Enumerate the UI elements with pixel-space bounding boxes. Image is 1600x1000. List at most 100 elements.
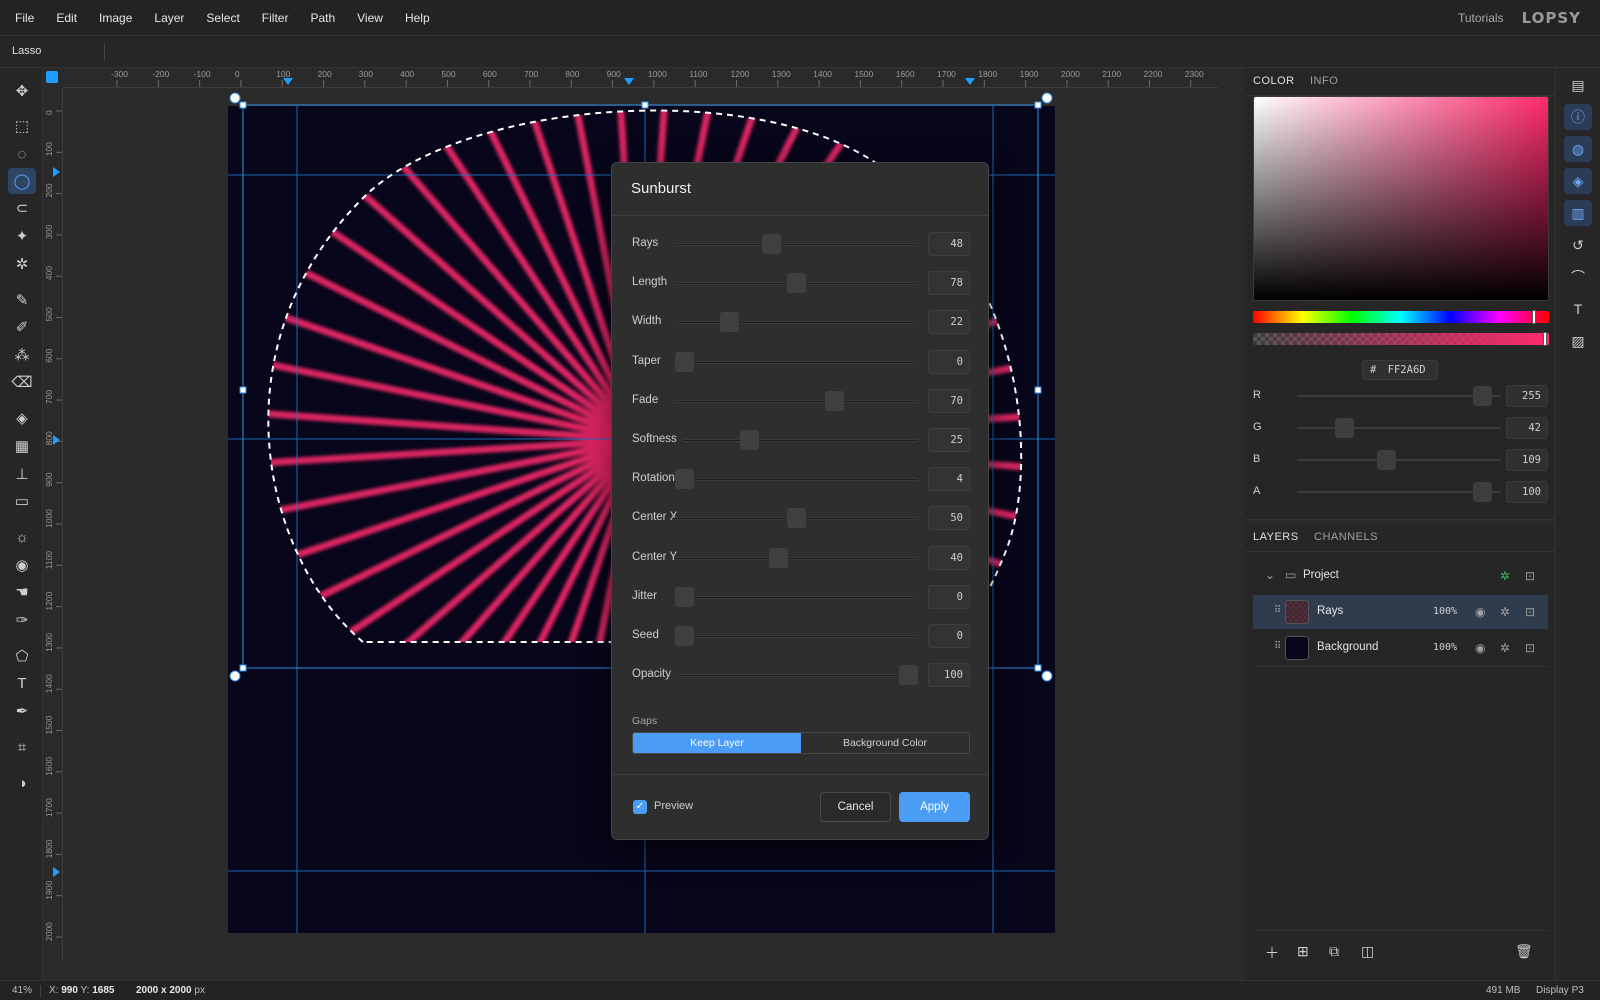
slider-value-field[interactable]: 22	[928, 310, 970, 335]
slider-value-field[interactable]: 4	[928, 467, 970, 492]
shape-icon[interactable]: ⬠	[8, 643, 36, 669]
layer-row-background[interactable]: ⠿ Background 100% ◉ ✲ ⊡	[1253, 631, 1548, 665]
channels-icon[interactable]: ▥	[1564, 200, 1592, 226]
eye-icon[interactable]: ◉	[1475, 605, 1485, 619]
slider-value-field[interactable]: 100	[928, 663, 970, 688]
slider-track[interactable]	[674, 595, 918, 599]
ruler-origin[interactable]	[43, 68, 63, 88]
slider-track[interactable]	[674, 321, 918, 325]
healing-icon[interactable]: ▭	[8, 488, 36, 514]
eye-icon[interactable]: ◉	[1475, 641, 1485, 655]
guide-marker[interactable]	[624, 78, 634, 85]
slider-track[interactable]	[677, 674, 918, 678]
magic-wand-icon[interactable]: ✦	[8, 223, 36, 249]
history-icon[interactable]: ↺	[1564, 232, 1592, 258]
eraser-icon[interactable]: ⌫	[8, 369, 36, 395]
guide-marker[interactable]	[53, 867, 60, 877]
channel-thumb[interactable]	[1472, 386, 1492, 406]
add-layer-icon[interactable]: ＋	[1265, 943, 1279, 963]
channel-value-field[interactable]: 255	[1506, 385, 1548, 407]
quick-select-icon[interactable]: ✲	[8, 251, 36, 277]
slider-thumb[interactable]	[825, 390, 845, 411]
slider-value-field[interactable]: 0	[928, 349, 970, 374]
slider-thumb[interactable]	[769, 547, 789, 568]
tab-info[interactable]: INFO	[1310, 75, 1338, 87]
slider-thumb[interactable]	[719, 312, 739, 333]
lasso-icon[interactable]: ◯	[8, 168, 36, 194]
channel-track[interactable]	[1297, 395, 1501, 397]
channel-thumb[interactable]	[1377, 450, 1397, 470]
channel-track[interactable]	[1297, 491, 1501, 493]
menu-image[interactable]: Image	[88, 0, 143, 36]
channel-track[interactable]	[1297, 427, 1501, 429]
preview-checkbox[interactable]: ✓	[633, 800, 647, 814]
hue-slider[interactable]	[1253, 310, 1549, 324]
cancel-button[interactable]: Cancel	[820, 792, 891, 822]
rect-select-icon[interactable]: ⬚	[8, 113, 36, 139]
gaps-background-color-option[interactable]: Background Color	[801, 733, 969, 753]
channel-thumb[interactable]	[1472, 482, 1492, 502]
spray-icon[interactable]: ⁂	[8, 342, 36, 368]
guide-marker[interactable]	[53, 167, 60, 177]
horizontal-ruler[interactable]: -300 -200 -100 0 100 200 300 400 500 600 700 800 900…	[63, 68, 1218, 88]
menu-path[interactable]: Path	[299, 0, 346, 36]
slider-thumb[interactable]	[899, 665, 918, 686]
zoom-level[interactable]: 41%	[12, 985, 32, 996]
alpha-slider-thumb[interactable]	[1543, 332, 1547, 346]
tab-layers[interactable]: LAYERS	[1253, 531, 1299, 543]
slider-value-field[interactable]: 25	[928, 428, 970, 452]
crop-icon[interactable]: ⌗	[8, 734, 36, 760]
menu-file[interactable]: File	[0, 0, 45, 36]
gaps-keep-layer-option[interactable]: Keep Layer	[633, 733, 801, 753]
slider-thumb[interactable]	[762, 234, 782, 254]
channel-thumb[interactable]	[1334, 418, 1354, 438]
magnetic-lasso-icon[interactable]: ⊂	[8, 195, 36, 221]
dodge-icon[interactable]: ☼	[8, 524, 36, 550]
saturation-value-picker[interactable]	[1253, 96, 1549, 301]
lock-icon[interactable]: ⊡	[1525, 569, 1535, 583]
fx-icon[interactable]: ✲	[1500, 641, 1510, 655]
contrast-icon[interactable]: ◑	[8, 770, 36, 796]
fx-icon[interactable]: ✲	[1500, 605, 1510, 619]
smudge-icon[interactable]: ☚	[8, 579, 36, 605]
info-icon[interactable]: ⓘ	[1564, 104, 1592, 130]
add-image-icon[interactable]: ▨	[1564, 328, 1592, 354]
type-icon[interactable]: T	[1564, 296, 1592, 322]
layer-row-rays[interactable]: ⠿ Rays 100% ◉ ✲ ⊡	[1253, 595, 1548, 629]
slider-value-field[interactable]: 0	[928, 584, 970, 609]
slider-thumb[interactable]	[787, 273, 806, 294]
stamp-icon[interactable]: ⊥	[8, 461, 36, 487]
fill-icon[interactable]: ◈	[8, 405, 36, 431]
slider-track[interactable]	[674, 243, 918, 246]
chevron-down-icon[interactable]: ⌄	[1265, 568, 1275, 582]
menu-edit[interactable]: Edit	[45, 0, 88, 36]
slider-thumb[interactable]	[675, 626, 694, 646]
tutorials-link[interactable]: Tutorials	[1458, 11, 1504, 25]
layer-group-row[interactable]: ⌄ ▭ Project ✲ ⊡	[1253, 559, 1548, 593]
slider-track[interactable]	[674, 635, 918, 638]
hue-slider-thumb[interactable]	[1532, 310, 1536, 324]
channel-track[interactable]	[1297, 459, 1501, 461]
slider-value-field[interactable]: 48	[928, 232, 970, 256]
slider-track[interactable]	[674, 360, 918, 364]
move-icon[interactable]: ✥	[8, 78, 36, 104]
slider-track[interactable]	[674, 478, 918, 482]
blur-icon[interactable]: ◉	[8, 552, 36, 578]
alpha-slider[interactable]	[1253, 332, 1549, 346]
menu-view[interactable]: View	[346, 0, 394, 36]
guide-marker[interactable]	[283, 78, 293, 85]
eyedropper-icon[interactable]: ✑	[8, 607, 36, 633]
menu-select[interactable]: Select	[195, 0, 250, 36]
menu-filter[interactable]: Filter	[251, 0, 300, 36]
trash-icon[interactable]: 🗑	[1515, 943, 1533, 960]
slider-thumb[interactable]	[787, 508, 806, 529]
hex-field[interactable]: # FF2A6D	[1362, 360, 1438, 380]
lock-icon[interactable]: ⊡	[1525, 605, 1535, 619]
color-profile[interactable]: Display P3	[1536, 985, 1584, 996]
duplicate-layer-icon[interactable]: ⧉	[1329, 943, 1339, 960]
slider-value-field[interactable]: 40	[928, 545, 970, 570]
guide-marker[interactable]	[965, 78, 975, 85]
slider-thumb[interactable]	[675, 469, 694, 490]
layers-icon[interactable]: ◈	[1564, 168, 1592, 194]
ellipse-select-icon[interactable]: ◌	[8, 141, 36, 167]
